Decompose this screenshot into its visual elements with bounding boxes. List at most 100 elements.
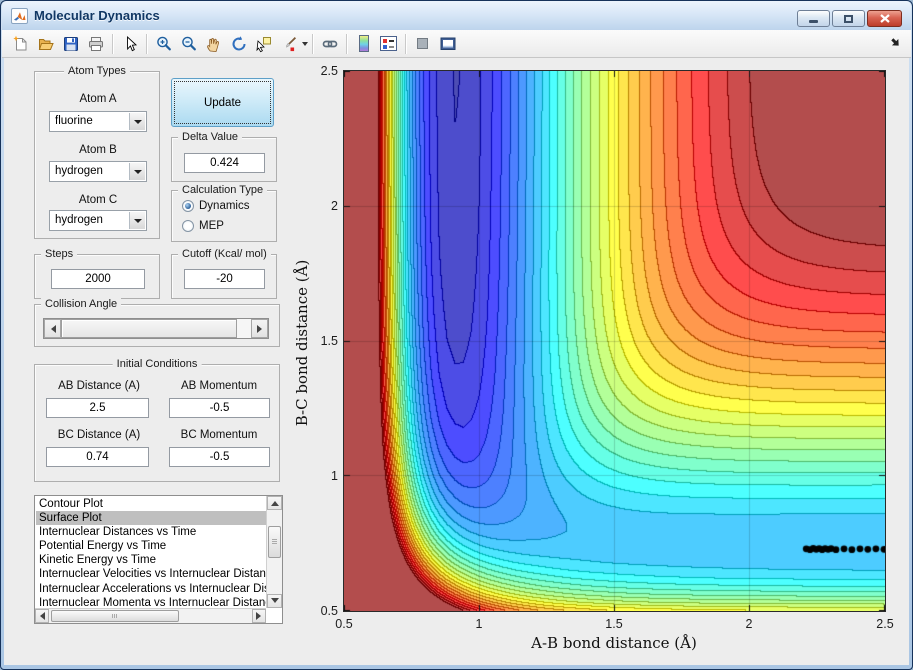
edit-plot-button[interactable] (117, 32, 142, 56)
ab-momentum-field[interactable]: -0.5 (169, 398, 270, 418)
horizontal-scrollbar[interactable] (35, 608, 266, 623)
atom-c-dropdown[interactable]: hydrogen (49, 210, 147, 231)
x-tick-label: 2.5 (876, 617, 894, 631)
window-title: Molecular Dynamics (34, 8, 160, 23)
maximize-button[interactable] (832, 10, 865, 27)
radio-icon (182, 220, 194, 232)
print-button[interactable] (83, 32, 108, 56)
collision-angle-slider[interactable] (43, 318, 269, 339)
figure-toolbar (2, 30, 911, 58)
save-floppy-icon (63, 36, 78, 51)
update-button[interactable]: Update (171, 78, 274, 127)
calculation-type-panel: Calculation Type Dynamics MEP (171, 184, 277, 242)
left-arrow-icon (36, 612, 45, 620)
pan-hand-icon (206, 37, 219, 52)
slider-thumb[interactable] (61, 319, 237, 338)
plot-type-listbox[interactable]: Contour Plot Surface Plot Internuclear D… (34, 495, 283, 624)
legend-icon (380, 36, 397, 51)
slider-left-arrow[interactable] (44, 319, 61, 338)
chevron-down-icon (133, 218, 142, 227)
new-document-icon (12, 35, 26, 50)
list-item[interactable]: Kinetic Energy vs Time (36, 553, 266, 567)
new-figure-button[interactable] (8, 32, 33, 56)
delta-value-field[interactable]: 0.424 (184, 153, 265, 173)
scroll-down-button[interactable] (267, 594, 282, 608)
slider-right-arrow[interactable] (251, 319, 268, 338)
steps-field[interactable]: 2000 (51, 269, 145, 289)
list-item[interactable]: Potential Energy vs Time (36, 539, 266, 553)
zoom-out-icon (181, 36, 196, 50)
delta-value-panel: Delta Value 0.424 (171, 131, 277, 182)
close-icon (879, 14, 890, 23)
vertical-scrollbar[interactable] (266, 496, 282, 608)
dock-arrow-icon (891, 37, 899, 46)
radio-label: Dynamics (199, 200, 250, 212)
bc-momentum-field[interactable]: -0.5 (169, 447, 270, 467)
dropdown-button[interactable] (129, 212, 145, 229)
cutoff-panel: Cutoff (Kcal/ mol) -20 (171, 248, 277, 299)
initial-conditions-panel: Initial Conditions AB Distance (A) AB Mo… (34, 358, 280, 482)
list-item[interactable]: Contour Plot (36, 497, 266, 511)
zoom-in-button[interactable] (151, 32, 176, 56)
ab-distance-field[interactable]: 2.5 (46, 398, 149, 418)
list-item[interactable]: Internuclear Accelerations vs Internucle… (36, 582, 266, 596)
atom-a-dropdown[interactable]: fluorine (49, 111, 147, 132)
legend-red-swatch (383, 39, 387, 43)
brush-data-button[interactable] (276, 32, 301, 56)
grip-icon (112, 614, 118, 618)
atom-a-value: fluorine (55, 115, 93, 127)
data-cursor-button[interactable] (251, 32, 276, 56)
list-item[interactable]: Surface Plot (36, 511, 266, 526)
legend-blue-swatch (383, 45, 387, 49)
maximize-icon (844, 14, 853, 23)
pointer-arrow-icon (126, 35, 137, 51)
list-item[interactable]: Internuclear Velocities vs Internuclear … (36, 567, 266, 581)
pes-contour-plot[interactable] (343, 70, 886, 612)
insert-legend-button[interactable] (376, 32, 401, 56)
scroll-left-button[interactable] (35, 609, 49, 623)
cutoff-field[interactable]: -20 (184, 269, 265, 289)
toolbar-separator (312, 33, 313, 54)
steps-panel: Steps 2000 (34, 248, 160, 299)
app-window: Molecular Dynamics Atom Types Atom A flu… (0, 0, 913, 670)
radio-dynamics[interactable]: Dynamics (182, 200, 249, 212)
save-button[interactable] (58, 32, 83, 56)
list-item[interactable]: Internuclear Momenta vs Internuclear Dis… (36, 596, 266, 608)
rotate-3d-button[interactable] (226, 32, 251, 56)
bc-momentum-label: BC Momentum (180, 429, 258, 441)
vertical-scroll-thumb[interactable] (268, 526, 281, 558)
close-button[interactable] (867, 10, 902, 27)
brush-dropdown-caret[interactable] (302, 42, 308, 49)
hide-plot-tools-button[interactable] (410, 32, 435, 56)
y-tick-label: 2.5 (320, 64, 338, 78)
horizontal-scroll-thumb[interactable] (51, 610, 179, 622)
minimize-icon (809, 20, 818, 23)
radio-label: MEP (199, 220, 224, 232)
printer-icon (88, 36, 103, 51)
toolbar-separator (346, 33, 347, 54)
atom-b-value: hydrogen (55, 165, 103, 177)
atom-c-value: hydrogen (55, 214, 103, 226)
data-cursor-icon (255, 36, 271, 52)
insert-colorbar-button[interactable] (351, 32, 376, 56)
x-tick-label: 1.5 (605, 617, 623, 631)
contour-canvas[interactable] (344, 71, 885, 611)
dropdown-button[interactable] (129, 113, 145, 130)
minimize-button[interactable] (797, 10, 830, 27)
radio-mep[interactable]: MEP (182, 220, 224, 232)
rotate-3d-icon (232, 35, 245, 50)
bc-distance-field[interactable]: 0.74 (46, 447, 149, 467)
scroll-up-button[interactable] (267, 496, 282, 510)
show-plot-tools-button[interactable] (435, 32, 460, 56)
pan-button[interactable] (201, 32, 226, 56)
zoom-out-button[interactable] (176, 32, 201, 56)
open-file-button[interactable] (33, 32, 58, 56)
toolbar-dock-anchor[interactable] (890, 35, 901, 53)
list-item[interactable]: Internuclear Distances vs Time (36, 525, 266, 539)
scroll-right-button[interactable] (252, 609, 266, 623)
dropdown-button[interactable] (129, 163, 145, 180)
atom-b-dropdown[interactable]: hydrogen (49, 161, 147, 182)
x-tick-label: 1 (475, 617, 483, 631)
colorbar-icon (358, 35, 369, 52)
link-plots-button[interactable] (317, 32, 342, 56)
